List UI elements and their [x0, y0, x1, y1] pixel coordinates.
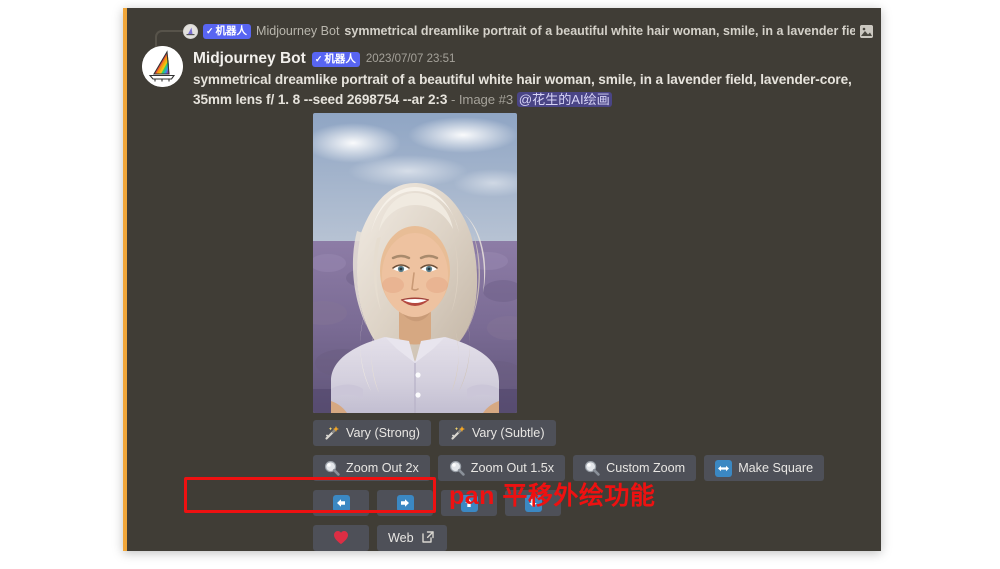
- pan-right-button[interactable]: [377, 490, 433, 516]
- reply-bot-badge-label: 机器人: [215, 24, 248, 37]
- make-square-button[interactable]: Make Square: [704, 455, 825, 481]
- message-header: Midjourney Bot ✓ 机器人 2023/07/07 23:51: [193, 50, 455, 68]
- reply-reference-bar[interactable]: ✓ 机器人 Midjourney Bot symmetrical dreamlik…: [183, 22, 873, 40]
- message-body: symmetrical dreamlike portrait of a beau…: [193, 70, 865, 110]
- zoom-out-1-5x-button[interactable]: Zoom Out 1.5x: [437, 455, 566, 481]
- discord-message-panel: ✓ 机器人 Midjourney Bot symmetrical dreamlik…: [123, 8, 881, 551]
- mention-pill[interactable]: @花生的AI绘画: [516, 92, 612, 107]
- image-icon: [860, 24, 873, 38]
- generated-image[interactable]: [313, 113, 517, 413]
- avatar[interactable]: [142, 46, 183, 87]
- zoom-out-2x-label: Zoom Out 2x: [346, 461, 419, 475]
- arrow-left-icon: [332, 494, 350, 512]
- vary-subtle-button[interactable]: Vary (Subtle): [438, 420, 556, 446]
- arrow-right-icon: [396, 494, 414, 512]
- annotation-label: pan 平移外绘功能: [449, 482, 656, 510]
- verified-check-icon: ✓: [206, 25, 214, 36]
- reply-bot-badge: ✓ 机器人: [203, 23, 252, 39]
- verified-check-icon: ✓: [314, 53, 323, 64]
- zoom-out-2x-button[interactable]: Zoom Out 2x: [313, 455, 430, 481]
- magnifier-icon: [584, 460, 600, 476]
- message-bot-badge: ✓ 机器人: [311, 51, 360, 67]
- magic-wand-icon: [324, 425, 340, 441]
- zoom-out-1-5x-label: Zoom Out 1.5x: [470, 461, 555, 475]
- left-right-arrow-icon: [715, 459, 733, 477]
- zoom-button-row: Zoom Out 2x Zoom Out 1.5x Custom Zoom Ma…: [313, 455, 825, 481]
- web-button[interactable]: Web: [377, 525, 447, 551]
- image-index-label: - Image #3: [451, 92, 514, 107]
- message-bot-badge-label: 机器人: [324, 52, 356, 65]
- reply-preview-text: symmetrical dreamlike portrait of a beau…: [344, 24, 855, 38]
- vary-subtle-label: Vary (Subtle): [471, 426, 545, 440]
- custom-zoom-button[interactable]: Custom Zoom: [573, 455, 697, 481]
- screenshot-root: ✓ 机器人 Midjourney Bot symmetrical dreamlik…: [0, 0, 1000, 569]
- external-link-icon: [420, 530, 436, 546]
- custom-zoom-label: Custom Zoom: [606, 461, 686, 475]
- favorite-web-row: Web: [313, 525, 447, 551]
- message-author-name[interactable]: Midjourney Bot: [193, 50, 306, 68]
- message-timestamp: 2023/07/07 23:51: [365, 53, 456, 65]
- favorite-button[interactable]: [313, 525, 369, 551]
- make-square-label: Make Square: [738, 461, 814, 475]
- vary-button-row: Vary (Strong) Vary (Subtle): [313, 420, 556, 446]
- magic-wand-icon: [450, 425, 466, 441]
- heart-icon: [333, 530, 349, 546]
- vary-strong-button[interactable]: Vary (Strong): [313, 420, 431, 446]
- magnifier-icon: [324, 460, 340, 476]
- web-label: Web: [388, 531, 414, 545]
- pan-left-button[interactable]: [313, 490, 369, 516]
- reply-author-name: Midjourney Bot: [256, 24, 340, 38]
- reply-avatar: [183, 23, 198, 39]
- magnifier-icon: [449, 460, 465, 476]
- vary-strong-label: Vary (Strong): [346, 426, 420, 440]
